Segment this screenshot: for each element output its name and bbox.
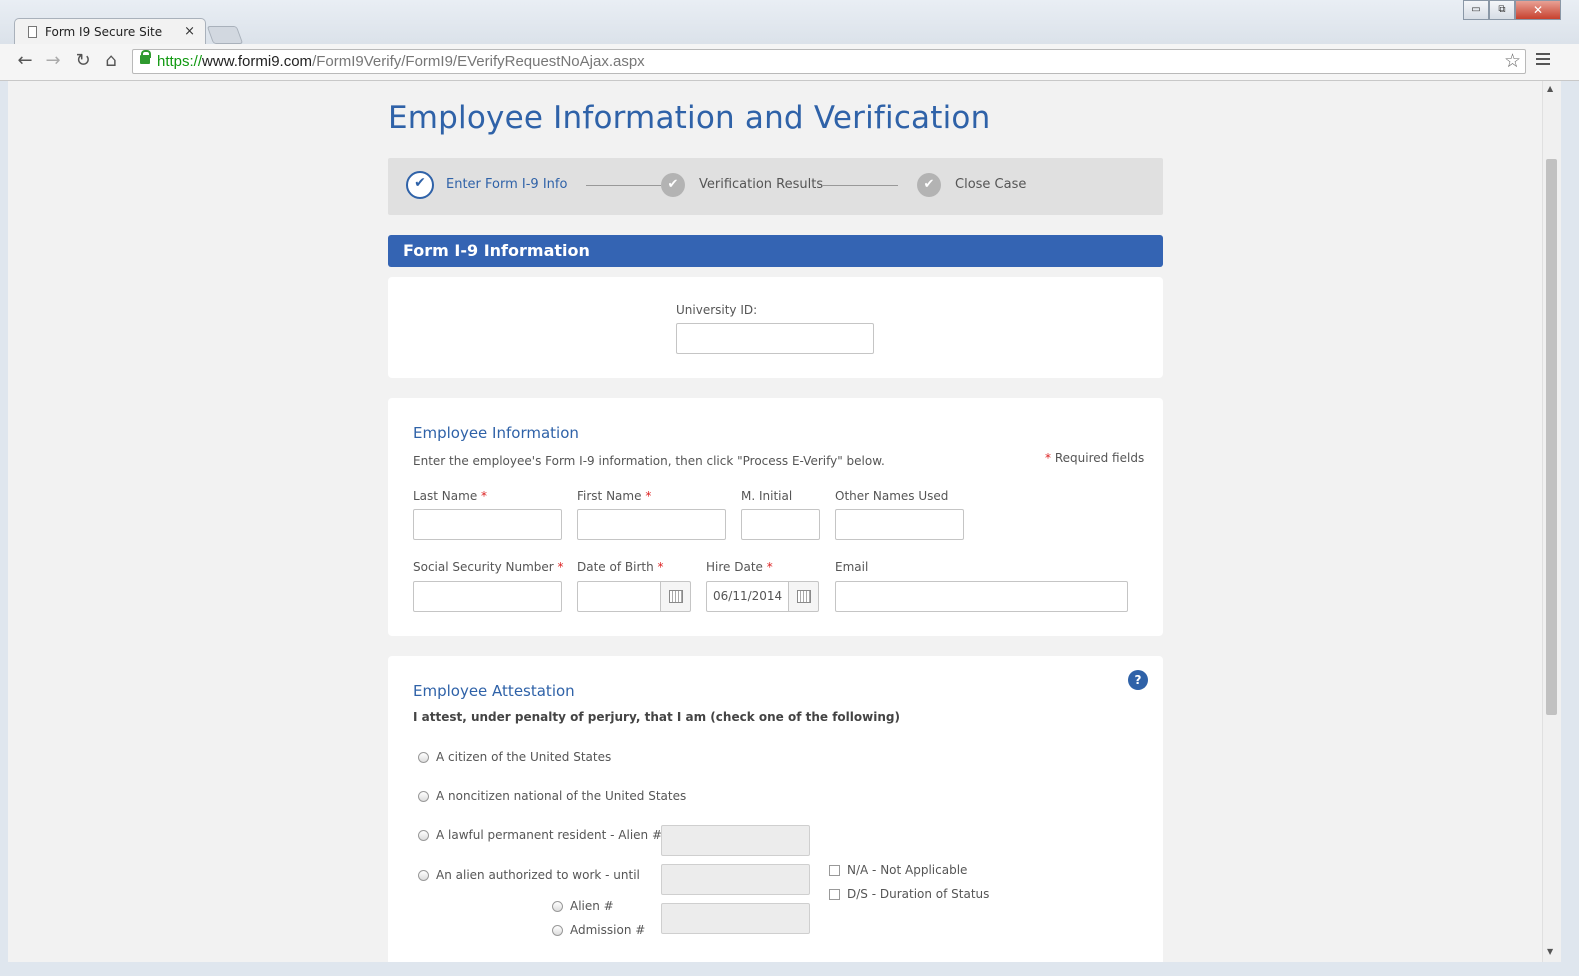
scrollbar-thumb[interactable] xyxy=(1546,159,1557,715)
forward-arrow-icon[interactable]: → xyxy=(42,50,64,71)
dob-label: Date of Birth * xyxy=(577,560,664,574)
last-name-input[interactable] xyxy=(413,509,562,540)
bookmark-star-icon[interactable]: ☆ xyxy=(1504,50,1521,72)
hire-date-calendar-button[interactable] xyxy=(788,581,819,612)
university-card: University ID: xyxy=(388,277,1163,378)
last-name-label: Last Name * xyxy=(413,489,488,503)
university-id-input[interactable] xyxy=(676,323,874,354)
hire-date-input[interactable]: 06/11/2014 xyxy=(706,581,789,612)
page-scrollbar[interactable]: ▲ ▼ xyxy=(1542,81,1561,962)
middle-initial-input[interactable] xyxy=(741,509,820,540)
lock-icon xyxy=(140,50,151,64)
option-alien-authorized-label: An alien authorized to work - until xyxy=(436,868,640,882)
ssn-label: Social Security Number * xyxy=(413,560,564,574)
duration-of-status-label: D/S - Duration of Status xyxy=(847,887,990,901)
maximize-button[interactable]: ⧉ xyxy=(1489,0,1515,20)
scroll-down-arrow-icon[interactable]: ▼ xyxy=(1547,947,1553,956)
authorized-until-input[interactable] xyxy=(661,864,810,895)
step-label: Close Case xyxy=(955,177,1027,192)
radio-alien-number[interactable] xyxy=(552,901,563,912)
check-circle-icon: ✔ xyxy=(917,173,941,197)
browser-menu-icon[interactable] xyxy=(1536,53,1550,68)
window-close-button[interactable]: ✕ xyxy=(1515,0,1561,20)
radio-alien-authorized[interactable] xyxy=(418,870,429,881)
title-bar: Form I9 Secure Site × ▭ ⧉ ✕ xyxy=(0,0,1579,45)
home-icon[interactable]: ⌂ xyxy=(100,50,122,71)
radio-citizen[interactable] xyxy=(418,752,429,763)
step-connector xyxy=(823,185,898,186)
section-header: Form I-9 Information xyxy=(388,235,1163,267)
reload-icon[interactable]: ↻ xyxy=(72,50,94,71)
new-tab-button[interactable] xyxy=(206,26,244,44)
checkbox-not-applicable[interactable] xyxy=(829,865,840,876)
first-name-input[interactable] xyxy=(577,509,726,540)
attestation-statement: I attest, under penalty of perjury, that… xyxy=(413,710,900,724)
option-permanent-resident-label: A lawful permanent resident - Alien # xyxy=(436,828,663,842)
progress-steps: ✔ Enter Form I-9 Info ✔ Verification Res… xyxy=(388,158,1163,215)
required-fields-note: * Required fields xyxy=(1045,451,1145,465)
tab-close-icon[interactable]: × xyxy=(184,24,195,39)
browser-window: Form I9 Secure Site × ▭ ⧉ ✕ ← → ↻ ⌂ http… xyxy=(0,0,1579,976)
checkbox-duration-of-status[interactable] xyxy=(829,889,840,900)
other-names-label: Other Names Used xyxy=(835,489,949,503)
scroll-up-arrow-icon[interactable]: ▲ xyxy=(1547,84,1553,93)
page-viewport: Employee Information and Verification ✔ … xyxy=(8,81,1542,962)
step-label: Verification Results xyxy=(699,177,824,192)
tab-title: Form I9 Secure Site xyxy=(45,25,163,39)
email-label: Email xyxy=(835,560,869,574)
sub-option-alien-label: Alien # xyxy=(570,899,614,913)
browser-tab[interactable]: Form I9 Secure Site × xyxy=(14,18,206,45)
employee-info-heading: Employee Information xyxy=(413,424,579,442)
employee-info-card: Employee Information Enter the employee'… xyxy=(388,398,1163,636)
sub-option-admission-label: Admission # xyxy=(570,923,646,937)
hire-date-label: Hire Date * xyxy=(706,560,773,574)
check-circle-icon: ✔ xyxy=(406,171,434,199)
url-host: www.formi9.com xyxy=(202,53,313,70)
url-scheme: https:// xyxy=(157,53,203,70)
step-label: Enter Form I-9 Info xyxy=(446,177,568,192)
radio-admission-number[interactable] xyxy=(552,925,563,936)
radio-permanent-resident[interactable] xyxy=(418,830,429,841)
calendar-icon xyxy=(669,590,683,603)
ssn-input[interactable] xyxy=(413,581,562,612)
back-arrow-icon[interactable]: ← xyxy=(14,50,36,71)
dob-calendar-button[interactable] xyxy=(660,581,691,612)
help-icon[interactable]: ? xyxy=(1128,670,1148,690)
university-id-label: University ID: xyxy=(676,303,758,317)
step-connector xyxy=(586,185,661,186)
first-name-label: First Name * xyxy=(577,489,652,503)
employee-info-instructions: Enter the employee's Form I-9 informatio… xyxy=(413,454,885,468)
radio-noncitizen-national[interactable] xyxy=(418,791,429,802)
alien-number-input[interactable] xyxy=(661,825,810,856)
url-path: /FormI9Verify/FormI9/EVerifyRequestNoAja… xyxy=(312,53,645,70)
minimize-button[interactable]: ▭ xyxy=(1463,0,1489,20)
attestation-heading: Employee Attestation xyxy=(413,682,575,700)
dob-input[interactable] xyxy=(577,581,661,612)
page-title: Employee Information and Verification xyxy=(388,100,991,136)
address-bar[interactable]: https://www.formi9.com/FormI9Verify/Form… xyxy=(132,49,1526,74)
alien-admission-number-input[interactable] xyxy=(661,903,810,934)
attestation-card: Employee Attestation ? I attest, under p… xyxy=(388,656,1163,962)
browser-toolbar: ← → ↻ ⌂ https://www.formi9.com/FormI9Ver… xyxy=(0,44,1579,81)
option-noncitizen-label: A noncitizen national of the United Stat… xyxy=(436,789,687,803)
calendar-icon xyxy=(797,590,811,603)
middle-initial-label: M. Initial xyxy=(741,489,793,503)
option-citizen-label: A citizen of the United States xyxy=(436,750,612,764)
section-header-title: Form I-9 Information xyxy=(403,241,590,260)
not-applicable-label: N/A - Not Applicable xyxy=(847,863,968,877)
check-circle-icon: ✔ xyxy=(661,173,685,197)
url-text: https://www.formi9.com/FormI9Verify/Form… xyxy=(157,53,645,70)
page-icon xyxy=(28,26,37,38)
email-input[interactable] xyxy=(835,581,1128,612)
other-names-input[interactable] xyxy=(835,509,964,540)
